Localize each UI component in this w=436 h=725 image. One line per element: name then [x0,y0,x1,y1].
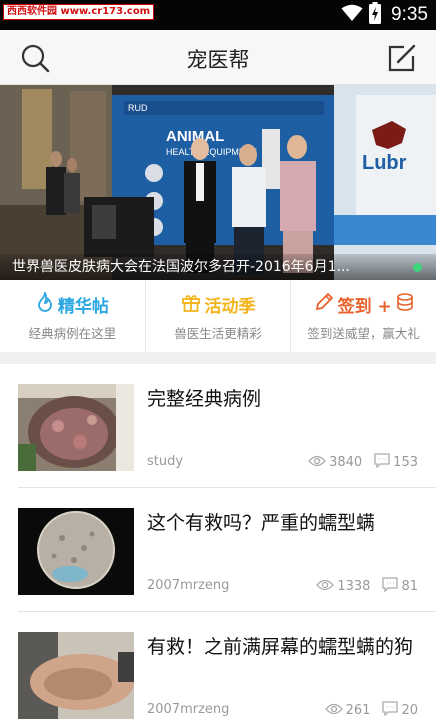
post-thumbnail [18,384,134,471]
status-bar: 西西软件园 www.cr173.com 9:35 [0,0,436,30]
post-stats: 261 20 [324,701,418,720]
post-thumbnail [18,508,134,595]
banner-caption-bar: 世界兽医皮肤病大会在法国波尔多召开-2016年6月1... [0,254,436,280]
coins-icon [396,292,414,317]
view-count: 3840 [329,455,363,470]
svg-text:RUD: RUD [128,103,148,113]
post-stats: 3840 153 [308,453,418,472]
view-count: 261 [345,703,371,718]
view-count: 1338 [337,579,371,594]
quick-nav-events-subtitle: 兽医生活更精彩 [174,326,262,341]
compose-button[interactable] [384,41,418,75]
svg-text:Lubr: Lubr [362,152,407,174]
eye-icon [308,455,326,471]
quick-nav: 精华帖 经典病例在这里 活动季 兽医生活更精彩 签到 + 签到送威望，赢大礼 [0,280,436,352]
comment-count: 81 [401,579,418,594]
wifi-icon [341,4,363,26]
quick-nav-checkin-label: 签到 + [337,297,392,317]
banner-caption: 世界兽医皮肤病大会在法国波尔多召开-2016年6月1... [12,259,350,275]
post-thumbnail [18,632,134,719]
comment-count: 20 [401,703,418,718]
gift-icon [181,292,201,317]
watermark-label: 西西软件园 www.cr173.com [3,4,155,20]
quick-nav-checkin-subtitle: 签到送威望，赢大礼 [307,326,420,341]
carousel-indicator-dot [413,263,422,272]
post-item[interactable]: 完整经典病例 study 3840 153 [18,364,436,488]
post-author: 2007mrzeng [147,578,230,593]
comment-icon [382,701,399,720]
clock-time: 9:35 [391,4,428,25]
quick-nav-events-title: 活动季 [146,292,291,317]
post-stats: 1338 81 [316,577,418,596]
post-title: 这个有救吗？严重的蠕型螨 [147,512,376,534]
quick-nav-featured-subtitle: 经典病例在这里 [28,326,117,341]
status-icons: 9:35 [341,2,428,28]
quick-nav-events-label: 活动季 [204,297,256,317]
quick-nav-checkin-title: 签到 + [291,292,436,317]
post-item[interactable]: 这个有救吗？严重的蠕型螨 2007mrzeng 1338 81 [18,488,436,612]
comment-count: 153 [393,455,418,470]
eye-icon [316,579,335,595]
post-item[interactable]: 有救！之前满屏幕的蠕型螨的狗 2007mrzeng 261 20 [18,612,436,725]
banner-carousel[interactable]: RUD ANIMAL HEALTH EQUIPMENT Lubr 世界兽医皮肤病… [0,85,436,280]
eye-icon [324,703,343,719]
post-title: 有救！之前满屏幕的蠕型螨的狗 [147,636,414,658]
page-title: 宠医帮 [186,48,250,72]
post-feed: 完整经典病例 study 3840 153 这个有救吗？严重的蠕型螨 2007m… [0,364,436,725]
quick-nav-featured-label: 精华帖 [57,297,109,317]
comment-icon [374,453,390,472]
flame-icon [36,290,54,317]
post-author: 2007mrzeng [147,702,230,717]
quick-nav-checkin[interactable]: 签到 + 签到送威望，赢大礼 [291,280,436,352]
pencil-icon [314,292,334,317]
quick-nav-featured-title: 精华帖 [0,290,145,317]
post-author: study [147,454,184,469]
comment-icon [382,577,399,596]
banner-photo: RUD ANIMAL HEALTH EQUIPMENT Lubr [0,85,436,280]
edit-icon [384,44,418,79]
app-bar: 宠医帮 [0,30,436,85]
quick-nav-events[interactable]: 活动季 兽医生活更精彩 [146,280,292,352]
battery-charging-icon [369,2,382,28]
post-title: 完整经典病例 [147,388,262,410]
quick-nav-featured[interactable]: 精华帖 经典病例在这里 [0,280,146,352]
